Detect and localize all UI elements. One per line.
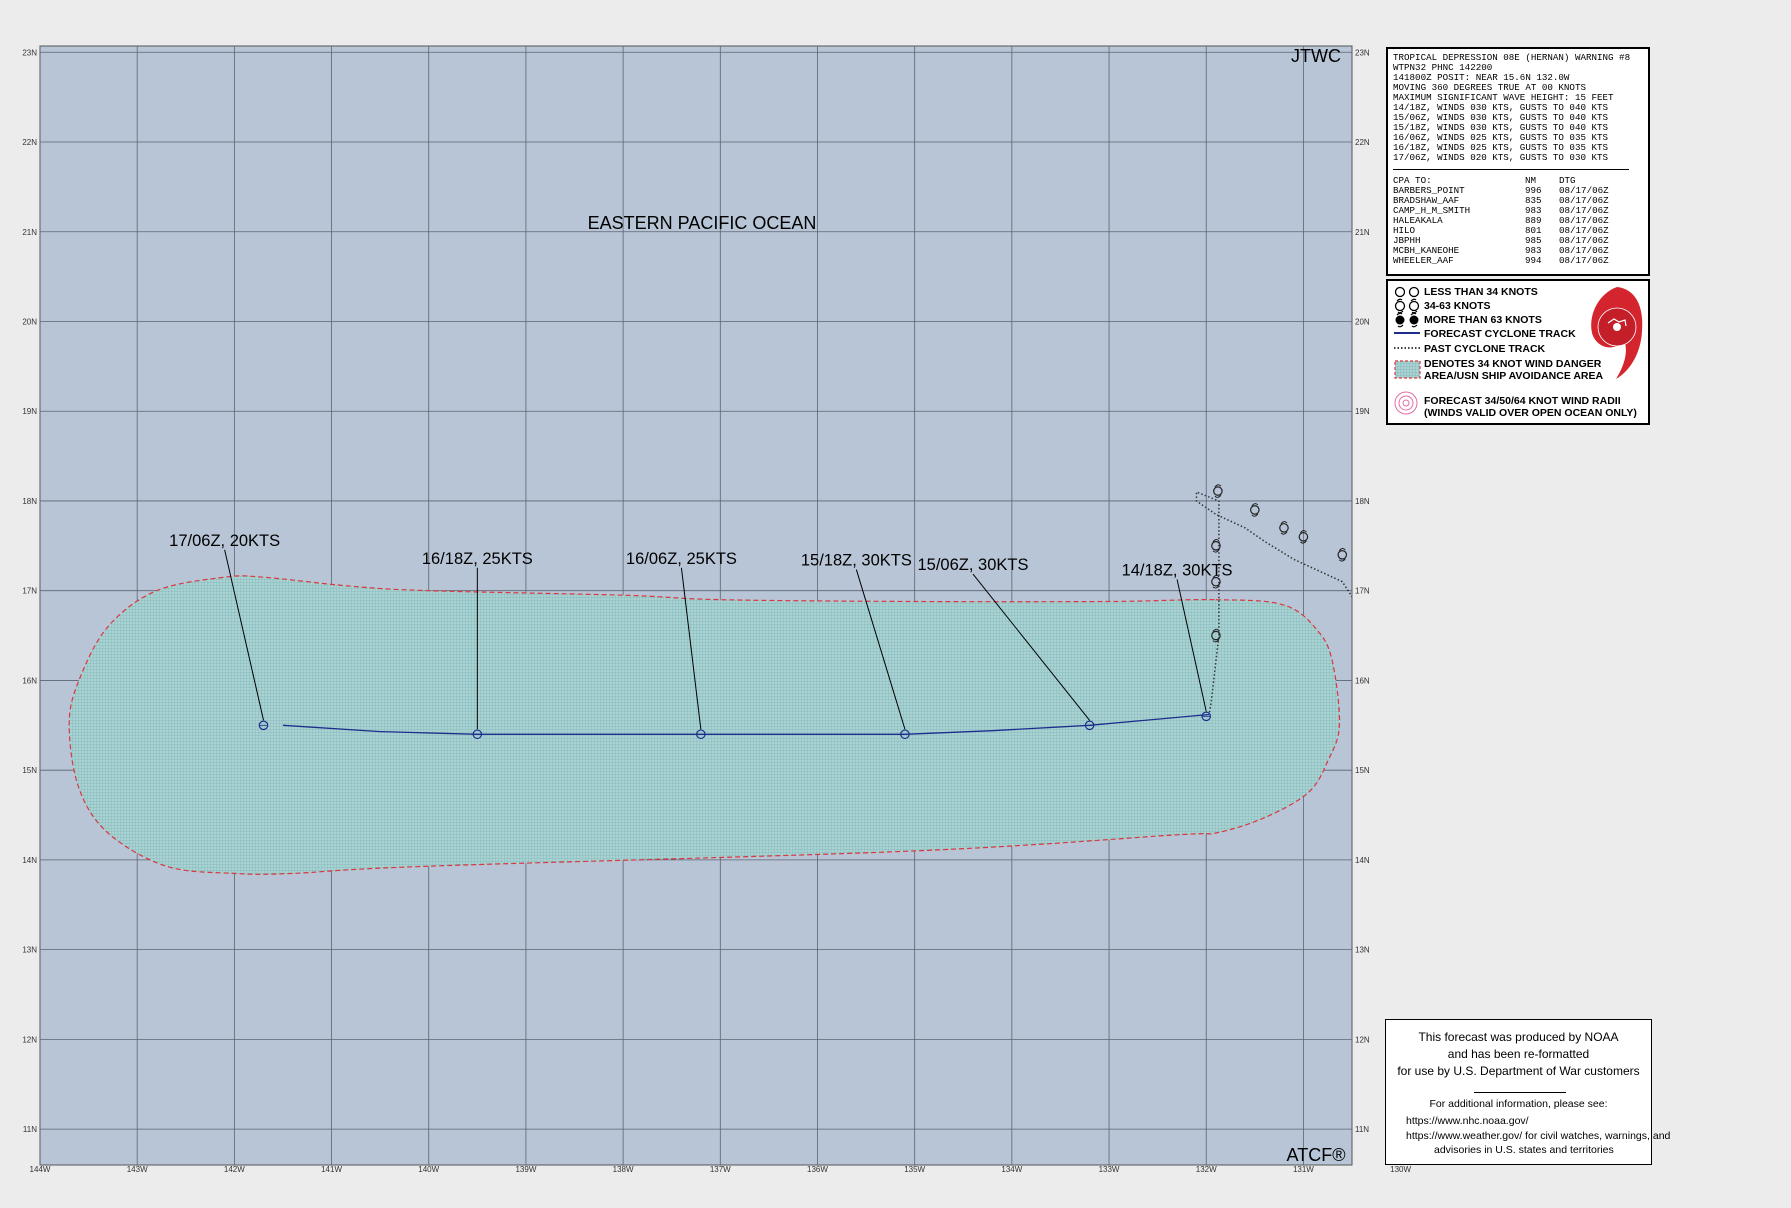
forecast-track-icon [1394,332,1420,334]
lat-tick-label-right: 20N [1355,317,1370,326]
notice-line-3: for use by U.S. Department of War custom… [1397,1064,1640,1078]
lon-tick-label: 140W [418,1165,439,1174]
lon-tick-label: 143W [127,1165,148,1174]
lat-tick-label-left: 11N [23,1125,37,1134]
lat-tick-label-right: 21N [1355,228,1370,237]
warning-text: TROPICAL DEPRESSION 08E (HERNAN) WARNING… [1393,53,1643,163]
legend-box: LESS THAN 34 KNOTS 34-63 KNOTS MORE THAN… [1386,279,1650,425]
lat-tick-label-right: 22N [1355,138,1370,147]
notice-line-4: For additional information, please see: [1429,1098,1608,1110]
lat-tick-label-left: 15N [22,766,37,775]
lat-tick-label-left: 19N [22,407,37,416]
past-track-icon [1394,347,1420,349]
notice-line-2: and has been re-formatted [1447,1047,1590,1061]
warning-line: 17/06Z, WINDS 020 KTS, GUSTS TO 030 KTS [1393,152,1609,163]
legend-item-radii-1: FORECAST 34/50/64 KNOT WIND RADII [1424,395,1621,407]
lat-tick-label-right: 19N [1355,407,1370,416]
typhoon-icon [1395,312,1419,328]
lon-tick-label: 134W [1001,1165,1022,1174]
legend-item-less-34: LESS THAN 34 KNOTS [1424,286,1538,298]
lon-tick-label: 130W [1390,1165,1411,1174]
lat-tick-label-left: 23N [22,48,37,57]
lat-tick-label-left: 14N [22,856,37,865]
warning-box: TROPICAL DEPRESSION 08E (HERNAN) WARNING… [1386,47,1650,276]
agency-label: JTWC [1291,46,1341,66]
lon-tick-label: 132W [1196,1165,1217,1174]
legend-item-danger-2: AREA/USN SHIP AVOIDANCE AREA [1424,370,1604,382]
lat-tick-label-left: 18N [22,497,37,506]
lon-tick-label: 131W [1293,1165,1314,1174]
legend-item-more-63: MORE THAN 63 KNOTS [1424,314,1542,326]
lat-tick-label-right: 17N [1355,587,1370,596]
lat-tick-label-right: 16N [1355,676,1370,685]
lon-tick-label: 133W [1099,1165,1120,1174]
lat-tick-label-left: 20N [22,317,37,326]
cpa-row: WHEELER_AAF 994 08/17/06Z [1393,255,1609,266]
forecast-label: 14/18Z, 30KTS [1122,561,1233,579]
forecast-label: 17/06Z, 20KTS [169,532,280,550]
legend-item-forecast-track: FORECAST CYCLONE TRACK [1424,328,1576,340]
noaa-notice: This forecast was produced by NOAA and h… [1385,1019,1670,1165]
danger-area-icon [1394,360,1421,379]
lat-tick-label-left: 13N [22,946,37,955]
lat-tick-label-right: 13N [1355,946,1370,955]
lat-tick-label-left: 12N [22,1035,37,1044]
lat-tick-label-right: 14N [1355,856,1370,865]
cpa-table: BARBERS_POINT 996 08/17/06Z BRADSHAW_AAF 835… [1393,186,1643,266]
lat-tick-label-left: 16N [22,676,37,685]
lon-tick-label: 141W [321,1165,342,1174]
lon-tick-label: 138W [613,1165,634,1174]
lon-tick-label: 135W [904,1165,925,1174]
lat-tick-label-right: 11N [1355,1125,1369,1134]
forecast-label: 15/06Z, 30KTS [917,556,1028,574]
warning-logo-icon [1591,287,1643,379]
legend-item-34-63: 34-63 KNOTS [1424,300,1491,312]
lon-tick-label: 142W [224,1165,245,1174]
lat-tick-label-right: 15N [1355,766,1370,775]
lon-tick-label: 139W [515,1165,536,1174]
forecast-label: 15/18Z, 30KTS [801,552,912,570]
notice-link-weather[interactable]: https://www.weather.gov/ for civil watch… [1406,1130,1670,1142]
legend-item-radii-2: (WINDS VALID OVER OPEN OCEAN ONLY) [1424,407,1637,419]
lon-tick-label: 144W [30,1165,51,1174]
lat-tick-label-right: 12N [1355,1035,1370,1044]
forecast-label: 16/18Z, 25KTS [422,550,533,568]
forecast-label: 16/06Z, 25KTS [626,550,737,568]
legend-item-past-track: PAST CYCLONE TRACK [1424,343,1546,355]
past-position-marker [1416,620,1424,633]
lat-tick-label-left: 21N [22,228,37,237]
notice-line-7: advisories in U.S. states and territorie… [1434,1144,1614,1156]
legend-item-danger-1: DENOTES 34 KNOT WIND DANGER [1424,358,1602,370]
notice-line-1: This forecast was produced by NOAA [1418,1030,1619,1044]
open-circle-icon [1394,286,1420,298]
notice-divider [1474,1092,1566,1093]
wind-radii-icon [1394,391,1418,415]
ocean-label: EASTERN PACIFIC OCEAN [588,213,817,233]
lon-tick-label: 136W [807,1165,828,1174]
lon-tick-label: 137W [710,1165,731,1174]
software-label: ATCF® [1287,1145,1346,1165]
lat-tick-label-left: 22N [22,138,37,147]
lat-tick-label-left: 17N [22,587,37,596]
lat-tick-label-right: 23N [1355,48,1370,57]
divider [1393,169,1629,170]
past-position-marker [1387,575,1395,588]
notice-link-nhc[interactable]: https://www.nhc.noaa.gov/ [1406,1115,1529,1127]
lat-tick-label-right: 18N [1355,497,1370,506]
